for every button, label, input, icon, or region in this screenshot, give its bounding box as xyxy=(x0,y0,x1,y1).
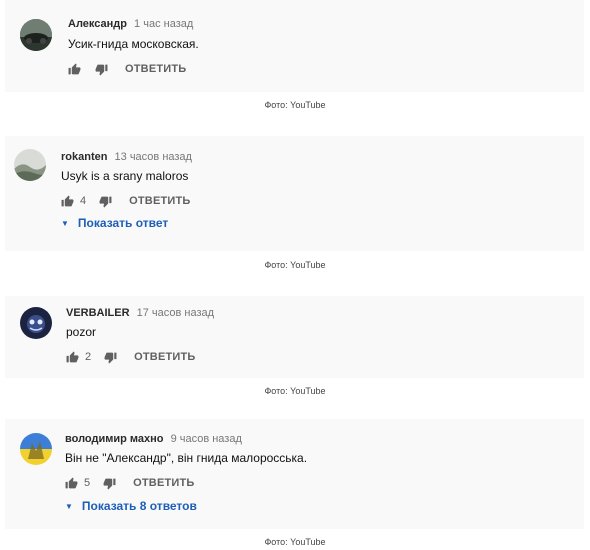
photo-caption: Фото: YouTube xyxy=(264,537,326,547)
comment-text: Usyk is a srany maloros xyxy=(61,169,189,183)
comment-timestamp[interactable]: 1 час назад xyxy=(134,18,193,30)
comment-timestamp[interactable]: 17 часов назад xyxy=(137,307,214,319)
show-replies-label: Показать ответ xyxy=(77,216,169,230)
author-name[interactable]: володимир махно xyxy=(65,433,164,445)
avatar[interactable] xyxy=(20,433,52,465)
show-replies-button[interactable]: ▼ Показать ответ xyxy=(61,216,168,230)
thumbs-up-icon[interactable] xyxy=(65,477,78,490)
comment-header: VERBAILER 17 часов назад xyxy=(66,307,214,319)
comment-card: Александр 1 час назад Усик-гнида московс… xyxy=(5,0,584,92)
thumbs-down-icon[interactable] xyxy=(95,63,108,76)
triangle-down-icon: ▼ xyxy=(61,219,69,228)
thumbs-up-icon[interactable] xyxy=(68,63,81,76)
show-replies-label: Показать 8 ответов xyxy=(81,499,197,513)
like-count: 4 xyxy=(80,195,87,207)
photo-caption: Фото: YouTube xyxy=(264,260,326,270)
reply-button[interactable]: ОТВЕТИТЬ xyxy=(129,195,190,207)
comment-timestamp[interactable]: 13 часов назад xyxy=(115,151,192,163)
thumbs-up-icon[interactable] xyxy=(66,351,79,364)
comment-actions: 4 ОТВЕТИТЬ xyxy=(61,193,191,209)
comment-text: pozor xyxy=(66,325,97,339)
comment-text: Він не "Александр", він гнида малоросськ… xyxy=(65,451,308,465)
comment-actions: 5 ОТВЕТИТЬ xyxy=(65,475,195,491)
like-count: 2 xyxy=(85,351,92,363)
reply-button[interactable]: ОТВЕТИТЬ xyxy=(125,63,186,75)
avatar[interactable] xyxy=(20,307,52,339)
reply-button[interactable]: ОТВЕТИТЬ xyxy=(133,477,194,489)
comment-actions: ОТВЕТИТЬ xyxy=(68,61,186,77)
comment-header: rokanten 13 часов назад xyxy=(61,151,192,163)
thumbs-up-icon[interactable] xyxy=(61,195,74,208)
thumbs-down-icon[interactable] xyxy=(104,351,117,364)
comment-card: володимир махно 9 часов назад Він не "Ал… xyxy=(5,419,584,529)
thumbs-down-icon[interactable] xyxy=(99,195,112,208)
comment-actions: 2 ОТВЕТИТЬ xyxy=(66,349,196,365)
comment-timestamp[interactable]: 9 часов назад xyxy=(171,433,242,445)
show-replies-button[interactable]: ▼ Показать 8 ответов xyxy=(65,499,197,513)
triangle-down-icon: ▼ xyxy=(65,502,73,511)
comment-text: Усик-гнида московская. xyxy=(68,37,199,51)
avatar[interactable] xyxy=(14,149,46,181)
comment-card: rokanten 13 часов назад Usyk is a srany … xyxy=(5,136,584,251)
comment-header: володимир махно 9 часов назад xyxy=(65,433,242,445)
comment-header: Александр 1 час назад xyxy=(68,18,193,30)
reply-button[interactable]: ОТВЕТИТЬ xyxy=(134,351,195,363)
author-name[interactable]: VERBAILER xyxy=(66,307,130,319)
author-name[interactable]: Александр xyxy=(68,18,127,30)
photo-caption: Фото: YouTube xyxy=(264,100,326,110)
comment-card: VERBAILER 17 часов назад pozor 2 ОТВЕТИТ… xyxy=(5,296,584,378)
like-count: 5 xyxy=(84,477,91,489)
thumbs-down-icon[interactable] xyxy=(103,477,116,490)
photo-caption: Фото: YouTube xyxy=(264,386,326,396)
author-name[interactable]: rokanten xyxy=(61,151,107,163)
avatar[interactable] xyxy=(20,19,52,51)
